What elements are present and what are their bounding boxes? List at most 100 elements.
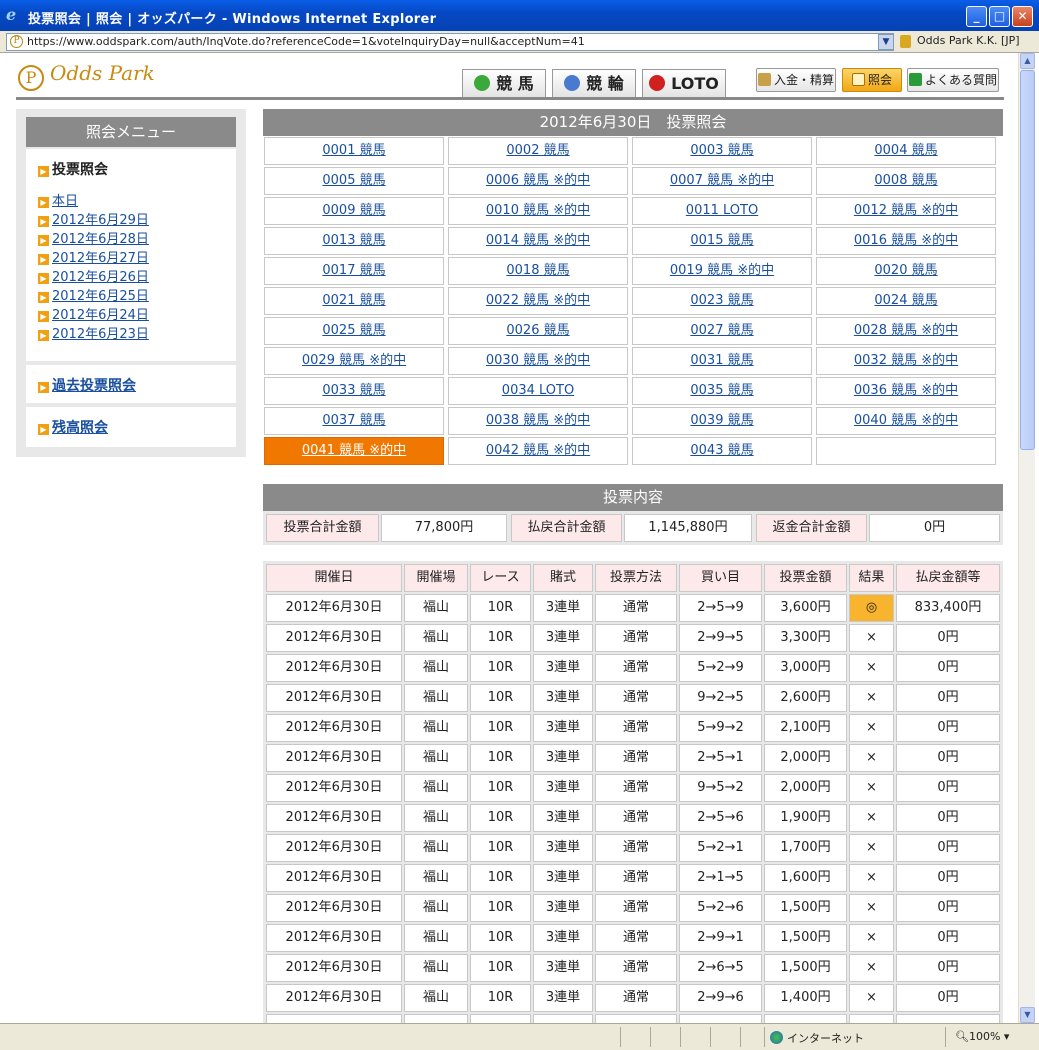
scroll-thumb[interactable]	[1020, 70, 1035, 450]
vote-item[interactable]: 0007 競馬 ※的中	[632, 167, 812, 195]
vote-link[interactable]: 0022 競馬 ※的中	[486, 293, 590, 308]
deposit-button[interactable]: 入金・精算	[756, 68, 836, 92]
url-field[interactable]: P https://www.oddspark.com/auth/InqVote.…	[6, 33, 894, 51]
sidebar-date-link[interactable]: 2012年6月25日	[52, 289, 149, 304]
vote-item[interactable]: 0017 競馬	[264, 257, 444, 285]
vote-item[interactable]: 0014 競馬 ※的中	[448, 227, 628, 255]
sidebar-date-item[interactable]: ▶ 2012年6月27日	[38, 249, 236, 268]
vote-item[interactable]: 0039 競馬	[632, 407, 812, 435]
sidebar-date-link[interactable]: 本日	[52, 194, 78, 209]
ssl-identity[interactable]: Odds Park K.K. [JP]	[917, 34, 1020, 47]
zoom-control[interactable]: 🔍︎100% ▾	[955, 1030, 1009, 1043]
vote-link[interactable]: 0010 競馬 ※的中	[486, 203, 590, 218]
tab-keiba[interactable]: 競 馬	[462, 69, 546, 97]
maximize-button[interactable]: □	[989, 6, 1010, 27]
vote-item[interactable]: 0012 競馬 ※的中	[816, 197, 996, 225]
vote-link[interactable]: 0003 競馬	[690, 143, 753, 158]
vote-item[interactable]: 0018 競馬	[448, 257, 628, 285]
scroll-down-icon[interactable]: ▼	[1020, 1007, 1035, 1023]
sidebar-date-item[interactable]: ▶ 2012年6月24日	[38, 306, 236, 325]
vote-item[interactable]: 0010 競馬 ※的中	[448, 197, 628, 225]
vote-link[interactable]: 0018 競馬	[506, 263, 569, 278]
sidebar-date-item[interactable]: ▶ 2012年6月29日	[38, 211, 236, 230]
scroll-up-icon[interactable]: ▲	[1020, 53, 1035, 69]
vote-item[interactable]: 0015 競馬	[632, 227, 812, 255]
vote-item[interactable]: 0020 競馬	[816, 257, 996, 285]
vertical-scrollbar[interactable]: ▲ ▼	[1018, 53, 1035, 1023]
vote-link[interactable]: 0038 競馬 ※的中	[486, 413, 590, 428]
inquiry-button[interactable]: 照会	[842, 68, 902, 92]
vote-link[interactable]: 0021 競馬	[322, 293, 385, 308]
vote-link[interactable]: 0028 競馬 ※的中	[854, 323, 958, 338]
vote-link[interactable]: 0016 競馬 ※的中	[854, 233, 958, 248]
sidebar-date-link[interactable]: 2012年6月26日	[52, 270, 149, 285]
balance-inquiry-link[interactable]: 残高照会	[52, 420, 108, 436]
vote-item[interactable]: 0040 競馬 ※的中	[816, 407, 996, 435]
vote-link[interactable]: 0033 競馬	[322, 383, 385, 398]
vote-link[interactable]: 0030 競馬 ※的中	[486, 353, 590, 368]
vote-item[interactable]: 0034 LOTO	[448, 377, 628, 405]
close-button[interactable]: ✕	[1012, 6, 1033, 27]
vote-link[interactable]: 0019 競馬 ※的中	[670, 263, 774, 278]
vote-item[interactable]: 0005 競馬	[264, 167, 444, 195]
vote-link[interactable]: 0005 競馬	[322, 173, 385, 188]
faq-button[interactable]: よくある質問	[907, 68, 999, 92]
vote-link[interactable]: 0006 競馬 ※的中	[486, 173, 590, 188]
vote-item[interactable]: 0025 競馬	[264, 317, 444, 345]
vote-item[interactable]: 0042 競馬 ※的中	[448, 437, 628, 465]
vote-item[interactable]: 0008 競馬	[816, 167, 996, 195]
chevron-down-icon[interactable]: ▼	[878, 34, 894, 50]
vote-item[interactable]: 0006 競馬 ※的中	[448, 167, 628, 195]
vote-link[interactable]: 0043 競馬	[690, 443, 753, 458]
tab-keirin[interactable]: 競 輪	[552, 69, 636, 97]
vote-link[interactable]: 0042 競馬 ※的中	[486, 443, 590, 458]
vote-item[interactable]: 0023 競馬	[632, 287, 812, 315]
vote-link[interactable]: 0023 競馬	[690, 293, 753, 308]
vote-item[interactable]: 0038 競馬 ※的中	[448, 407, 628, 435]
vote-item[interactable]: 0019 競馬 ※的中	[632, 257, 812, 285]
vote-link[interactable]: 0007 競馬 ※的中	[670, 173, 774, 188]
vote-item[interactable]: 0037 競馬	[264, 407, 444, 435]
vote-link[interactable]: 0020 競馬	[874, 263, 937, 278]
vote-link[interactable]: 0034 LOTO	[502, 383, 574, 398]
vote-link[interactable]: 0002 競馬	[506, 143, 569, 158]
sidebar-past-link[interactable]: ▶ 過去投票照会	[38, 375, 236, 395]
vote-link[interactable]: 0001 競馬	[322, 143, 385, 158]
vote-item[interactable]: 0027 競馬	[632, 317, 812, 345]
sidebar-date-link[interactable]: 2012年6月27日	[52, 251, 149, 266]
vote-item[interactable]: 0002 競馬	[448, 137, 628, 165]
vote-link[interactable]: 0009 競馬	[322, 203, 385, 218]
vote-link[interactable]: 0036 競馬 ※的中	[854, 383, 958, 398]
sidebar-date-item[interactable]: ▶ 2012年6月28日	[38, 230, 236, 249]
vote-item[interactable]: 0001 競馬	[264, 137, 444, 165]
vote-link[interactable]: 0008 競馬	[874, 173, 937, 188]
vote-link[interactable]: 0037 競馬	[322, 413, 385, 428]
vote-link[interactable]: 0012 競馬 ※的中	[854, 203, 958, 218]
vote-link[interactable]: 0039 競馬	[690, 413, 753, 428]
vote-item[interactable]: 0011 LOTO	[632, 197, 812, 225]
vote-item[interactable]: 0024 競馬	[816, 287, 996, 315]
vote-link[interactable]: 0017 競馬	[322, 263, 385, 278]
site-logo[interactable]: P Odds Park	[18, 61, 155, 91]
vote-item[interactable]: 0009 競馬	[264, 197, 444, 225]
vote-item[interactable]: 0026 競馬	[448, 317, 628, 345]
vote-link[interactable]: 0041 競馬 ※的中	[302, 443, 406, 458]
vote-item[interactable]: 0030 競馬 ※的中	[448, 347, 628, 375]
vote-item[interactable]: 0043 競馬	[632, 437, 812, 465]
vote-item[interactable]: 0028 競馬 ※的中	[816, 317, 996, 345]
sidebar-balance-link[interactable]: ▶ 残高照会	[38, 417, 236, 437]
vote-link[interactable]: 0032 競馬 ※的中	[854, 353, 958, 368]
vote-link[interactable]: 0031 競馬	[690, 353, 753, 368]
vote-link[interactable]: 0004 競馬	[874, 143, 937, 158]
vote-link[interactable]: 0024 競馬	[874, 293, 937, 308]
vote-link[interactable]: 0026 競馬	[506, 323, 569, 338]
vote-item[interactable]: 0004 競馬	[816, 137, 996, 165]
sidebar-date-link[interactable]: 2012年6月29日	[52, 213, 149, 228]
sidebar-date-item[interactable]: ▶ 2012年6月23日	[38, 325, 236, 344]
tab-loto[interactable]: LOTO	[642, 69, 726, 97]
vote-link[interactable]: 0025 競馬	[322, 323, 385, 338]
vote-item[interactable]: 0013 競馬	[264, 227, 444, 255]
vote-link[interactable]: 0013 競馬	[322, 233, 385, 248]
minimize-button[interactable]: _	[966, 6, 987, 27]
lock-icon[interactable]	[900, 35, 911, 48]
